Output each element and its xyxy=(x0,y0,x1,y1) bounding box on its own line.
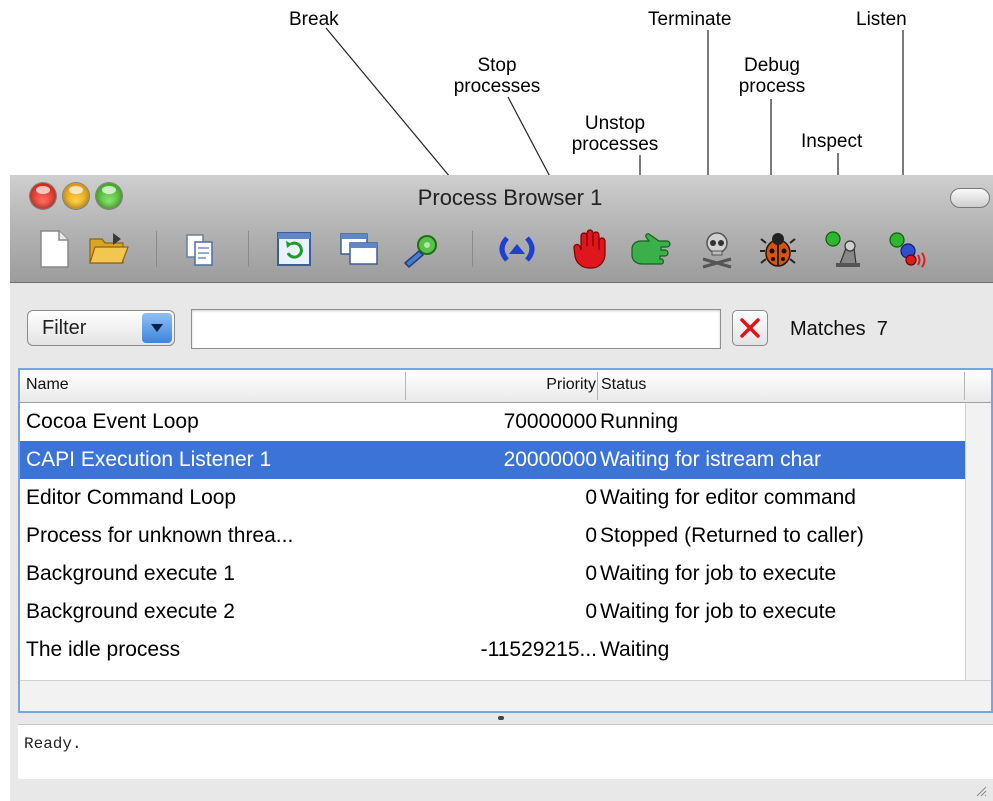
callout-debug-line2: process xyxy=(738,76,806,97)
cell-status: Waiting for istream char xyxy=(600,448,821,471)
callout-unstop-line1: Unstop xyxy=(584,113,646,134)
toolbar-toggle-button[interactable] xyxy=(950,188,990,208)
cell-name: Background execute 1 xyxy=(26,562,235,585)
status-pane: Ready. xyxy=(18,724,993,779)
callout-unstop-processes: Unstop processes xyxy=(555,113,675,155)
matches-label: Matches xyxy=(790,318,866,340)
resize-grip-icon[interactable] xyxy=(975,785,987,797)
cell-name: The idle process xyxy=(26,638,181,661)
cell-name: Background execute 2 xyxy=(26,600,235,623)
cell-status: Stopped (Returned to caller) xyxy=(600,524,864,547)
cell-status: Waiting for job to execute xyxy=(600,600,837,623)
close-icon xyxy=(740,318,760,338)
cell-priority: -11529215... xyxy=(480,638,597,661)
debug-bug-icon[interactable] xyxy=(756,227,800,271)
callout-unstop-line2: processes xyxy=(571,134,659,155)
cell-name: Cocoa Event Loop xyxy=(26,410,199,433)
column-divider[interactable] xyxy=(964,372,965,400)
cell-name: CAPI Execution Listener 1 xyxy=(26,448,272,471)
cell-priority: 20000000 xyxy=(503,448,597,471)
title-bar: Process Browser 1 xyxy=(10,175,993,283)
table-row[interactable]: Background execute 2 0 Waiting for job t… xyxy=(20,593,965,631)
callout-stop-line1: Stop xyxy=(477,55,517,76)
callout-terminate: Terminate xyxy=(648,9,732,30)
table-body: Cocoa Event Loop 70000000 Running CAPI E… xyxy=(20,403,965,669)
cell-priority: 70000000 xyxy=(503,410,597,433)
filter-dropdown[interactable]: Filter xyxy=(27,310,175,346)
column-divider[interactable] xyxy=(405,372,406,400)
vertical-scrollbar[interactable] xyxy=(965,403,991,680)
callout-break: Break xyxy=(289,9,339,30)
table-row[interactable]: Editor Command Loop 0 Waiting for editor… xyxy=(20,479,965,517)
status-text: Ready. xyxy=(24,735,82,753)
new-document-icon[interactable] xyxy=(32,227,76,271)
cell-priority: 0 xyxy=(585,562,597,585)
cell-status: Waiting xyxy=(600,638,670,661)
matches-readout: Matches 7 xyxy=(790,318,888,341)
cell-status: Running xyxy=(600,410,679,433)
cell-priority: 0 xyxy=(585,524,597,547)
matches-count: 7 xyxy=(876,318,888,340)
inspect-icon[interactable] xyxy=(821,227,865,271)
column-header-status[interactable]: Status xyxy=(601,376,646,394)
copy-icon[interactable] xyxy=(178,227,222,271)
cell-status: Waiting for job to execute xyxy=(600,562,837,585)
toolbar-separator xyxy=(248,231,249,267)
callout-inspect: Inspect xyxy=(801,131,863,152)
table-header: Name Priority Status xyxy=(20,370,991,403)
stop-hand-icon[interactable] xyxy=(568,227,612,271)
toolbar-separator xyxy=(156,231,157,267)
cell-name: Editor Command Loop xyxy=(26,486,237,509)
column-header-name[interactable]: Name xyxy=(26,376,69,394)
table-row[interactable]: Cocoa Event Loop 70000000 Running xyxy=(20,403,965,441)
callout-listen: Listen xyxy=(856,9,907,30)
callout-debug-line1: Debug xyxy=(744,55,800,76)
window-title: Process Browser 1 xyxy=(417,185,603,210)
close-window-button[interactable] xyxy=(30,183,56,209)
callout-debug-process: Debug process xyxy=(722,55,822,97)
open-folder-icon[interactable] xyxy=(86,227,130,271)
splitter-handle[interactable] xyxy=(498,716,504,720)
column-divider[interactable] xyxy=(597,372,598,400)
cell-priority: 0 xyxy=(585,600,597,623)
column-header-priority[interactable]: Priority xyxy=(546,376,596,394)
table-row[interactable]: The idle process -11529215... Waiting xyxy=(20,631,965,669)
process-table: Name Priority Status Cocoa Event Loop 70… xyxy=(18,368,993,713)
callout-stop-processes: Stop processes xyxy=(437,55,557,97)
table-row-selected[interactable]: CAPI Execution Listener 1 20000000 Waiti… xyxy=(20,441,965,479)
cell-priority: 0 xyxy=(585,486,597,509)
cell-status: Waiting for editor command xyxy=(600,486,856,509)
callout-stop-line2: processes xyxy=(453,76,541,97)
windows-icon[interactable] xyxy=(337,227,381,271)
cell-name: Process for unknown threa... xyxy=(26,524,294,547)
break-icon[interactable] xyxy=(495,227,539,271)
filter-dropdown-label: Filter xyxy=(42,317,87,339)
clear-filter-button[interactable] xyxy=(732,310,768,346)
unstop-hand-icon[interactable] xyxy=(628,227,672,271)
chevron-down-icon xyxy=(142,313,172,343)
zoom-window-button[interactable] xyxy=(96,183,122,209)
horizontal-scrollbar[interactable] xyxy=(20,680,991,711)
filter-input[interactable] xyxy=(191,309,721,349)
terminate-skull-icon[interactable] xyxy=(695,227,739,271)
tools-icon[interactable] xyxy=(400,227,444,271)
table-row[interactable]: Background execute 1 0 Waiting for job t… xyxy=(20,555,965,593)
table-row[interactable]: Process for unknown threa... 0 Stopped (… xyxy=(20,517,965,555)
listen-icon[interactable] xyxy=(886,227,930,271)
refresh-icon[interactable] xyxy=(272,227,316,271)
minimize-window-button[interactable] xyxy=(63,183,89,209)
process-browser-window: Process Browser 1 Filter Matches 7 Name … xyxy=(10,175,993,801)
toolbar-separator xyxy=(472,231,473,267)
